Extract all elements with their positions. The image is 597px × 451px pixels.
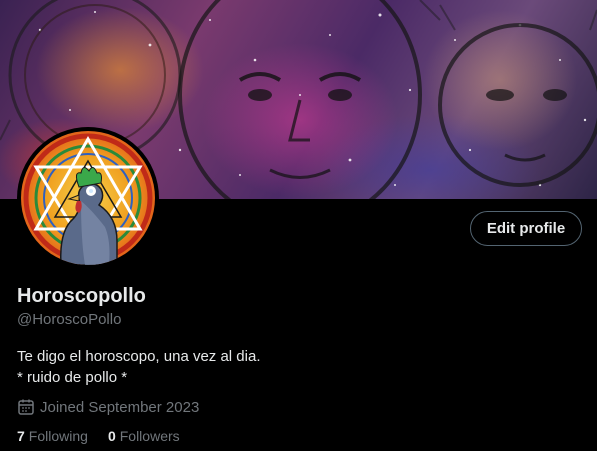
following-count: 7 <box>17 428 25 444</box>
joined-date: Joined September 2023 <box>17 398 199 416</box>
calendar-icon <box>17 398 35 416</box>
bio-line: Te digo el horoscopo, una vez al dia. <box>17 348 261 365</box>
profile-page: Edit profile Horoscopollo @HoroscoPollo … <box>0 0 597 451</box>
profile-bio: Te digo el horoscopo, una vez al dia. * … <box>17 346 261 388</box>
bio-line: * ruido de pollo * <box>17 369 128 386</box>
joined-text: Joined September 2023 <box>40 398 200 416</box>
following-label: Following <box>28 428 88 444</box>
avatar-artwork <box>23 133 153 265</box>
followers-count: 0 <box>107 428 116 444</box>
profile-handle: @HoroscoPollo <box>17 311 122 328</box>
profile-display-name: Horoscopollo <box>17 285 146 307</box>
followers-link[interactable]: 0 Followers <box>108 428 180 444</box>
profile-avatar[interactable] <box>17 127 159 269</box>
avatar-image <box>21 131 155 265</box>
following-link[interactable]: 7 Following <box>17 428 88 444</box>
follow-stats: 7 Following 0 Followers <box>17 428 200 444</box>
edit-profile-button[interactable]: Edit profile <box>470 211 582 246</box>
followers-label: Followers <box>119 428 180 444</box>
